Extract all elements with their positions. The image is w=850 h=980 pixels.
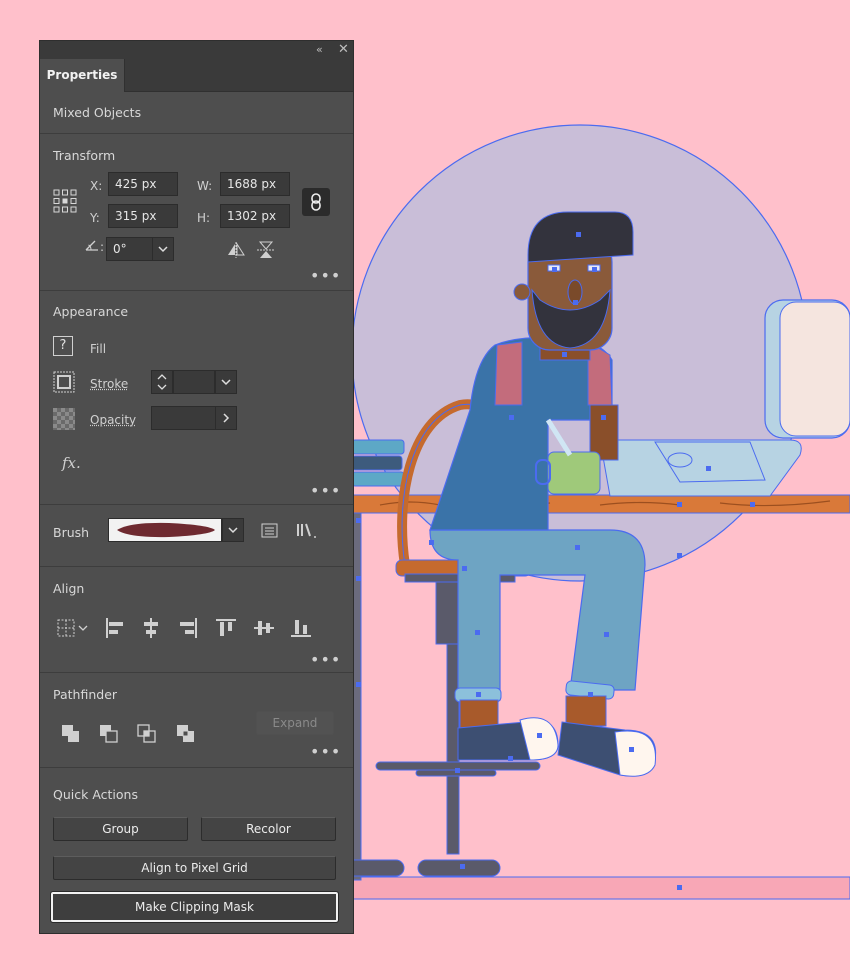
y-position-field[interactable] [108, 204, 178, 228]
group-button[interactable]: Group [53, 817, 188, 841]
divider [40, 566, 353, 567]
pathfinder-more-options[interactable]: ••• [310, 744, 341, 760]
effects-button[interactable]: fx. [62, 454, 81, 472]
pathfinder-exclude-icon[interactable] [175, 723, 197, 745]
close-icon[interactable]: ✕ [338, 42, 349, 58]
transform-more-options[interactable]: ••• [310, 268, 341, 284]
divider [40, 290, 353, 291]
reference-point-icon[interactable] [53, 189, 77, 213]
link-icon [311, 193, 321, 211]
align-right-icon[interactable] [177, 617, 199, 639]
x-position-field[interactable] [108, 172, 178, 196]
recolor-button[interactable]: Recolor [201, 817, 336, 841]
constrain-proportions-button[interactable] [302, 188, 330, 216]
fill-label: Fill [90, 342, 107, 356]
panel-tabbar: Properties [40, 59, 353, 92]
rotate-field[interactable] [106, 237, 153, 261]
chevron-down-icon [228, 527, 238, 534]
rotate-angle-icon [85, 240, 98, 251]
align-horizontal-center-icon[interactable] [140, 617, 162, 639]
h-label: H: [197, 211, 211, 225]
laptop-base[interactable] [599, 439, 802, 497]
align-to-pixel-grid-button[interactable]: Align to Pixel Grid [53, 856, 336, 880]
fill-swatch[interactable]: ? [53, 336, 73, 356]
stroke-label[interactable]: Stroke [90, 377, 128, 391]
appearance-more-options[interactable]: ••• [310, 483, 341, 499]
align-left-icon[interactable] [104, 617, 126, 639]
x-label: X: [90, 179, 103, 193]
brush-libraries-icon[interactable] [296, 522, 318, 540]
book-2[interactable] [351, 455, 403, 471]
transform-section-title: Transform [53, 148, 116, 163]
book-3[interactable] [351, 471, 405, 487]
align-bottom-icon[interactable] [290, 617, 312, 639]
pathfinder-unite-icon[interactable] [60, 723, 82, 745]
mug[interactable] [547, 451, 601, 495]
align-to-selection-icon[interactable] [56, 618, 90, 638]
properties-panel: « ✕ Properties Mixed Objects Transform X… [39, 40, 354, 934]
align-section-title: Align [53, 581, 85, 596]
selection-type-label: Mixed Objects [53, 105, 142, 120]
chevron-down-icon [221, 379, 231, 386]
double-chevron-left-icon[interactable]: « [316, 42, 323, 58]
rotate-label: : [100, 240, 105, 254]
height-field[interactable] [220, 204, 290, 228]
align-top-icon[interactable] [215, 617, 237, 639]
chevron-right-icon [223, 413, 230, 423]
panel-titlebar[interactable]: « ✕ [40, 41, 353, 59]
flip-horizontal-icon[interactable] [226, 242, 246, 258]
opacity-field[interactable] [151, 406, 216, 430]
y-label: Y: [90, 211, 100, 225]
stroke-weight-field[interactable] [173, 370, 215, 394]
brush-options-icon[interactable] [261, 523, 279, 539]
stroke-weight-stepper[interactable] [151, 370, 173, 394]
make-clipping-mask-button[interactable]: Make Clipping Mask [50, 891, 339, 923]
brush-preview-field[interactable] [108, 518, 222, 542]
person-legs[interactable] [429, 529, 646, 701]
opacity-label[interactable]: Opacity [90, 413, 136, 427]
w-label: W: [197, 179, 213, 193]
appearance-section-title: Appearance [53, 304, 129, 319]
floor-strip[interactable] [299, 876, 850, 900]
width-field[interactable] [220, 172, 290, 196]
pathfinder-intersect-icon[interactable] [136, 723, 158, 745]
brush-dropdown[interactable] [222, 518, 244, 542]
tab-properties[interactable]: Properties [40, 59, 125, 92]
book-1[interactable] [351, 439, 405, 455]
rotate-dropdown[interactable] [152, 237, 174, 261]
align-vertical-center-icon[interactable] [253, 617, 275, 639]
divider [40, 504, 353, 505]
pathfinder-section-title: Pathfinder [53, 687, 118, 702]
divider [40, 767, 353, 768]
question-mark-icon: ? [59, 338, 67, 353]
stroke-weight-dropdown[interactable] [215, 370, 237, 394]
divider [40, 672, 353, 673]
stepper-arrows-icon [157, 374, 167, 390]
brush-stroke-preview [117, 522, 215, 538]
expand-button[interactable]: Expand [256, 711, 334, 735]
chair-base-right[interactable] [417, 859, 501, 877]
align-more-options[interactable]: ••• [310, 652, 341, 668]
quick-actions-section-title: Quick Actions [53, 787, 138, 802]
flip-vertical-icon[interactable] [257, 240, 275, 260]
opacity-swatch-icon[interactable] [53, 408, 75, 430]
chevron-down-icon [158, 246, 168, 253]
pathfinder-minus-front-icon[interactable] [98, 723, 120, 745]
brush-label: Brush [53, 525, 90, 540]
stroke-swatch-icon[interactable] [53, 371, 75, 393]
desk-top[interactable] [351, 494, 850, 514]
divider [40, 133, 353, 134]
opacity-expand-button[interactable] [215, 406, 237, 430]
